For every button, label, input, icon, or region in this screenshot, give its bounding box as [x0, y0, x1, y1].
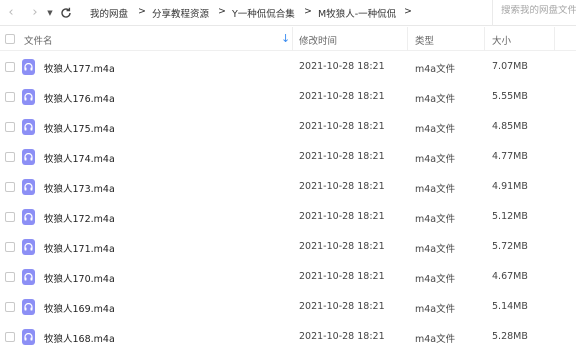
file-size: 4.77MB: [492, 151, 528, 162]
audio-file-icon: [22, 239, 35, 255]
breadcrumb-item-my-drive[interactable]: 我的网盘: [90, 6, 128, 20]
breadcrumb-item-current[interactable]: M牧狼人-一种侃侃: [318, 6, 396, 20]
file-modified: 2021-10-28 18:21: [299, 61, 385, 72]
audio-file-icon: [22, 299, 35, 315]
file-row[interactable]: 牧狼人172.m4a 2021-10-28 18:21 m4a文件 5.12MB: [0, 202, 576, 232]
file-type: m4a文件: [415, 64, 456, 75]
row-checkbox[interactable]: [5, 152, 15, 162]
file-type: m4a文件: [415, 154, 456, 165]
breadcrumb-item-collection[interactable]: Y一种侃侃合集: [232, 6, 295, 20]
column-header-size[interactable]: 大小: [492, 33, 511, 47]
file-row[interactable]: 牧狼人174.m4a 2021-10-28 18:21 m4a文件 4.77MB: [0, 142, 576, 172]
file-size: 5.72MB: [492, 241, 528, 252]
row-checkbox[interactable]: [5, 122, 15, 132]
file-size: 4.85MB: [492, 121, 528, 132]
column-divider[interactable]: [554, 27, 555, 51]
audio-file-icon: [22, 269, 35, 285]
file-size: 7.07MB: [492, 61, 528, 72]
search-box: [492, 0, 576, 26]
file-type: m4a文件: [415, 124, 456, 135]
file-size: 5.14MB: [492, 301, 528, 312]
file-type: m4a文件: [415, 214, 456, 225]
file-name[interactable]: 牧狼人173.m4a: [44, 181, 115, 195]
file-modified: 2021-10-28 18:21: [299, 181, 385, 192]
file-size: 5.12MB: [492, 211, 528, 222]
file-type: m4a文件: [415, 274, 456, 285]
file-name[interactable]: 牧狼人169.m4a: [44, 301, 115, 315]
select-all-checkbox[interactable]: [5, 34, 15, 44]
file-name[interactable]: 牧狼人168.m4a: [44, 331, 115, 345]
file-modified: 2021-10-28 18:21: [299, 271, 385, 282]
file-modified: 2021-10-28 18:21: [299, 151, 385, 162]
file-type: m4a文件: [415, 244, 456, 255]
breadcrumb: 我的网盘 > 分享教程资源 > Y一种侃侃合集 > M牧狼人-一种侃侃 >: [78, 0, 456, 26]
file-size: 5.28MB: [492, 331, 528, 342]
file-modified: 2021-10-28 18:21: [299, 301, 385, 312]
file-type: m4a文件: [415, 334, 456, 345]
chevron-right-icon[interactable]: ›: [28, 4, 42, 22]
row-checkbox[interactable]: [5, 182, 15, 192]
toolbar: ‹ › ▼ 我的网盘 > 分享教程资源 > Y一种侃侃合集 > M牧狼人-一种侃…: [0, 0, 576, 26]
column-divider[interactable]: [407, 27, 408, 51]
file-row[interactable]: 牧狼人169.m4a 2021-10-28 18:21 m4a文件 5.14MB: [0, 292, 576, 322]
file-type: m4a文件: [415, 184, 456, 195]
audio-file-icon: [22, 329, 35, 345]
file-modified: 2021-10-28 18:21: [299, 241, 385, 252]
column-header-name[interactable]: 文件名: [24, 33, 53, 47]
file-type: m4a文件: [415, 94, 456, 105]
file-modified: 2021-10-28 18:21: [299, 121, 385, 132]
file-name[interactable]: 牧狼人177.m4a: [44, 61, 115, 75]
refresh-icon[interactable]: [60, 4, 74, 22]
file-row[interactable]: 牧狼人175.m4a 2021-10-28 18:21 m4a文件 4.85MB: [0, 112, 576, 142]
file-name[interactable]: 牧狼人171.m4a: [44, 241, 115, 255]
column-header-type[interactable]: 类型: [415, 33, 434, 47]
row-checkbox[interactable]: [5, 332, 15, 342]
file-modified: 2021-10-28 18:21: [299, 331, 385, 342]
breadcrumb-separator: >: [218, 6, 226, 17]
audio-file-icon: [22, 89, 35, 105]
file-size: 4.67MB: [492, 271, 528, 282]
file-name[interactable]: 牧狼人174.m4a: [44, 151, 115, 165]
file-row[interactable]: 牧狼人176.m4a 2021-10-28 18:21 m4a文件 5.55MB: [0, 82, 576, 112]
file-row[interactable]: 牧狼人177.m4a 2021-10-28 18:21 m4a文件 7.07MB: [0, 52, 576, 82]
file-row[interactable]: 牧狼人171.m4a 2021-10-28 18:21 m4a文件 5.72MB: [0, 232, 576, 262]
search-input[interactable]: [501, 5, 576, 16]
file-name[interactable]: 牧狼人172.m4a: [44, 211, 115, 225]
row-checkbox[interactable]: [5, 212, 15, 222]
row-checkbox[interactable]: [5, 272, 15, 282]
row-checkbox[interactable]: [5, 92, 15, 102]
file-row[interactable]: 牧狼人173.m4a 2021-10-28 18:21 m4a文件 4.91MB: [0, 172, 576, 202]
sort-down-arrow-icon[interactable]: ↓: [281, 32, 290, 45]
file-list-header: 文件名 ↓ 修改时间 类型 大小: [0, 27, 576, 51]
row-checkbox[interactable]: [5, 62, 15, 72]
file-size: 5.55MB: [492, 91, 528, 102]
file-name[interactable]: 牧狼人170.m4a: [44, 271, 115, 285]
file-row[interactable]: 牧狼人170.m4a 2021-10-28 18:21 m4a文件 4.67MB: [0, 262, 576, 292]
breadcrumb-separator: >: [404, 6, 412, 17]
audio-file-icon: [22, 59, 35, 75]
file-modified: 2021-10-28 18:21: [299, 211, 385, 222]
caret-down-icon[interactable]: ▼: [46, 4, 54, 22]
breadcrumb-separator: >: [304, 6, 312, 17]
file-size: 4.91MB: [492, 181, 528, 192]
column-header-modified[interactable]: 修改时间: [299, 33, 337, 47]
column-divider[interactable]: [292, 27, 293, 51]
row-checkbox[interactable]: [5, 242, 15, 252]
column-divider[interactable]: [484, 27, 485, 51]
file-name[interactable]: 牧狼人176.m4a: [44, 91, 115, 105]
breadcrumb-item-share[interactable]: 分享教程资源: [152, 6, 209, 20]
file-modified: 2021-10-28 18:21: [299, 91, 385, 102]
file-type: m4a文件: [415, 304, 456, 315]
chevron-left-icon[interactable]: ‹: [4, 4, 18, 22]
audio-file-icon: [22, 209, 35, 225]
audio-file-icon: [22, 179, 35, 195]
row-checkbox[interactable]: [5, 302, 15, 312]
file-row[interactable]: 牧狼人168.m4a 2021-10-28 18:21 m4a文件 5.28MB: [0, 322, 576, 352]
audio-file-icon: [22, 149, 35, 165]
file-name[interactable]: 牧狼人175.m4a: [44, 121, 115, 135]
breadcrumb-separator: >: [138, 6, 146, 17]
audio-file-icon: [22, 119, 35, 135]
